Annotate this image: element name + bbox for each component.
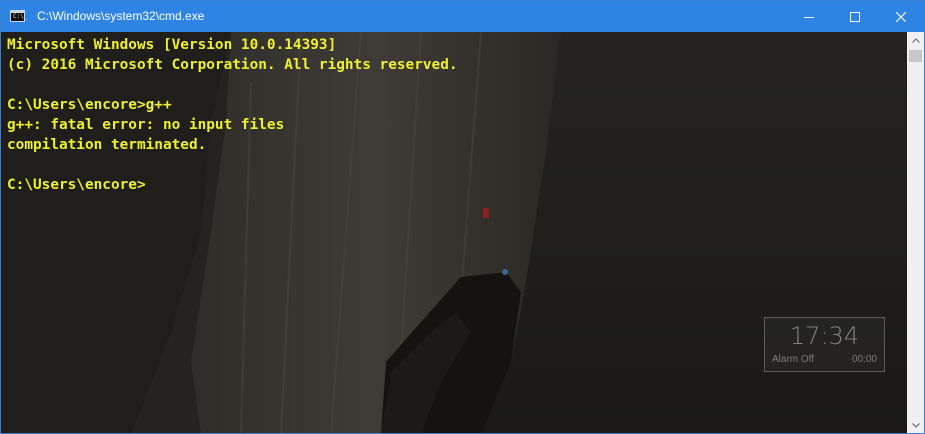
scroll-up-arrow-icon [911, 38, 920, 43]
scroll-down-arrow-icon [911, 423, 920, 428]
minimize-icon [804, 16, 814, 18]
clock-widget: 17:34 Alarm Off 00:00 [764, 317, 885, 372]
timer-value: 00:00 [851, 354, 877, 365]
window-title: C:\Windows\system32\cmd.exe [37, 9, 205, 23]
cmd-window: C:\_ C:\Windows\system32\cmd.exe Microso… [0, 0, 925, 434]
scroll-down-button[interactable] [907, 417, 924, 433]
title-bar[interactable]: C:\_ C:\Windows\system32\cmd.exe [1, 1, 924, 32]
console-line: Microsoft Windows [Version 10.0.14393] [7, 37, 337, 53]
console-area[interactable]: Microsoft Windows [Version 10.0.14393] (c… [1, 32, 907, 433]
maximize-icon [850, 11, 860, 22]
console-line: C:\Users\encore>g++ [7, 97, 172, 113]
maximize-button[interactable] [832, 1, 878, 32]
clock-time: 17:34 [789, 322, 860, 350]
scroll-up-button[interactable] [907, 32, 924, 49]
console-line: C:\Users\encore> [7, 177, 146, 193]
console-line: g++: fatal error: no input files [7, 117, 285, 133]
close-button[interactable] [878, 1, 924, 32]
console-line: (c) 2016 Microsoft Corporation. All righ… [7, 57, 458, 73]
cmd-app-icon[interactable]: C:\_ [10, 10, 28, 22]
console-output[interactable]: Microsoft Windows [Version 10.0.14393] (c… [7, 35, 458, 195]
close-icon [896, 11, 906, 22]
scrollbar-thumb[interactable] [909, 50, 922, 62]
vertical-scrollbar[interactable] [907, 32, 924, 433]
alarm-status: Alarm Off [772, 354, 815, 365]
minimize-button[interactable] [786, 1, 832, 32]
console-line: compilation terminated. [7, 137, 207, 153]
app-icon-prompt: C:\_ [13, 13, 28, 20]
